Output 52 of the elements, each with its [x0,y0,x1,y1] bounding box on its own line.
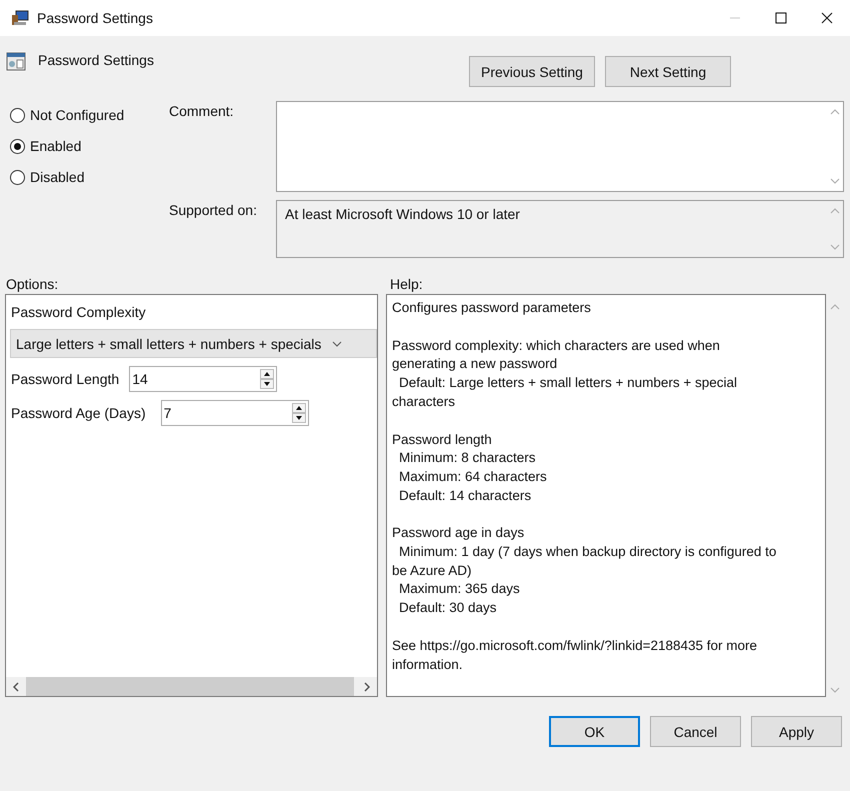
dialog-button[interactable]: OK [549,716,640,747]
help-text: characters [392,392,456,411]
scroll-left-icon[interactable] [13,682,19,692]
help-text: generating a new password [392,355,558,374]
help-text: Default: Large letters + small letters + numbers + special [398,374,738,392]
radio-button[interactable] [10,170,25,184]
help-text: Maximum: 64 characters [398,468,548,486]
number-spinner[interactable]: 7 [160,400,309,426]
computer-icon [11,10,29,26]
comment-label: Comment: [169,102,235,121]
options-label: Options: [5,276,60,294]
scroll-down-icon[interactable] [830,178,840,184]
help-text: Default: 30 days [398,599,498,618]
field-label: Password Length [11,371,120,387]
caret-icon [332,340,342,346]
help-text: Minimum: 1 day (7 days when backup directory is configured to [398,543,778,562]
complexity-label: Password Complexity [11,304,147,320]
scroll-up-icon[interactable] [830,208,840,214]
dialog-button[interactable]: Cancel [650,716,741,747]
help-text: Password complexity: which characters are used when [392,336,721,355]
scroll-down-icon[interactable] [830,244,840,250]
window-title: Password Settings [37,10,153,26]
dialog-button[interactable]: Apply [751,716,842,747]
navigation-button[interactable]: Previous Setting [469,56,595,87]
help-text: Minimum: 8 characters [398,449,537,468]
help-label: Help: [389,276,424,294]
setting-title: Password Settings [38,52,154,68]
help-text: Configures password parameters [392,299,592,317]
radio-label[interactable]: Enabled [30,138,82,154]
radio-button[interactable] [10,108,25,122]
scroll-right-icon[interactable] [364,682,370,692]
complexity-dropdown[interactable]: Large letters + small letters + numbers + specials [10,329,377,358]
supported-on-label: Supported on: [169,201,258,220]
scroll-down-icon[interactable] [830,687,840,693]
help-text: Password length [392,430,493,449]
supported-on-text: At least Microsoft Windows 10 or later [284,205,521,224]
navigation-button[interactable]: Next Setting [605,56,731,87]
help-text: Password age in days [392,524,526,542]
scroll-up-icon[interactable] [830,304,840,310]
help-text: information. [392,656,464,674]
help-text: be Azure AD) [392,562,473,580]
help-text: Maximum: 365 days [398,580,521,598]
radio-label[interactable]: Not Configured [30,107,124,123]
policy-icon [6,51,26,71]
number-spinner[interactable]: 14 [129,366,278,392]
radio-button[interactable] [10,138,25,154]
radio-label[interactable]: Disabled [30,169,84,185]
comment-field[interactable] [276,101,844,192]
scroll-up-icon[interactable] [830,109,840,115]
help-text: Default: 14 characters [398,486,532,505]
field-label: Password Age (Days) [11,405,146,421]
help-text: See https://go.microsoft.com/fwlink/?linkid=2188435 for more [392,636,758,655]
